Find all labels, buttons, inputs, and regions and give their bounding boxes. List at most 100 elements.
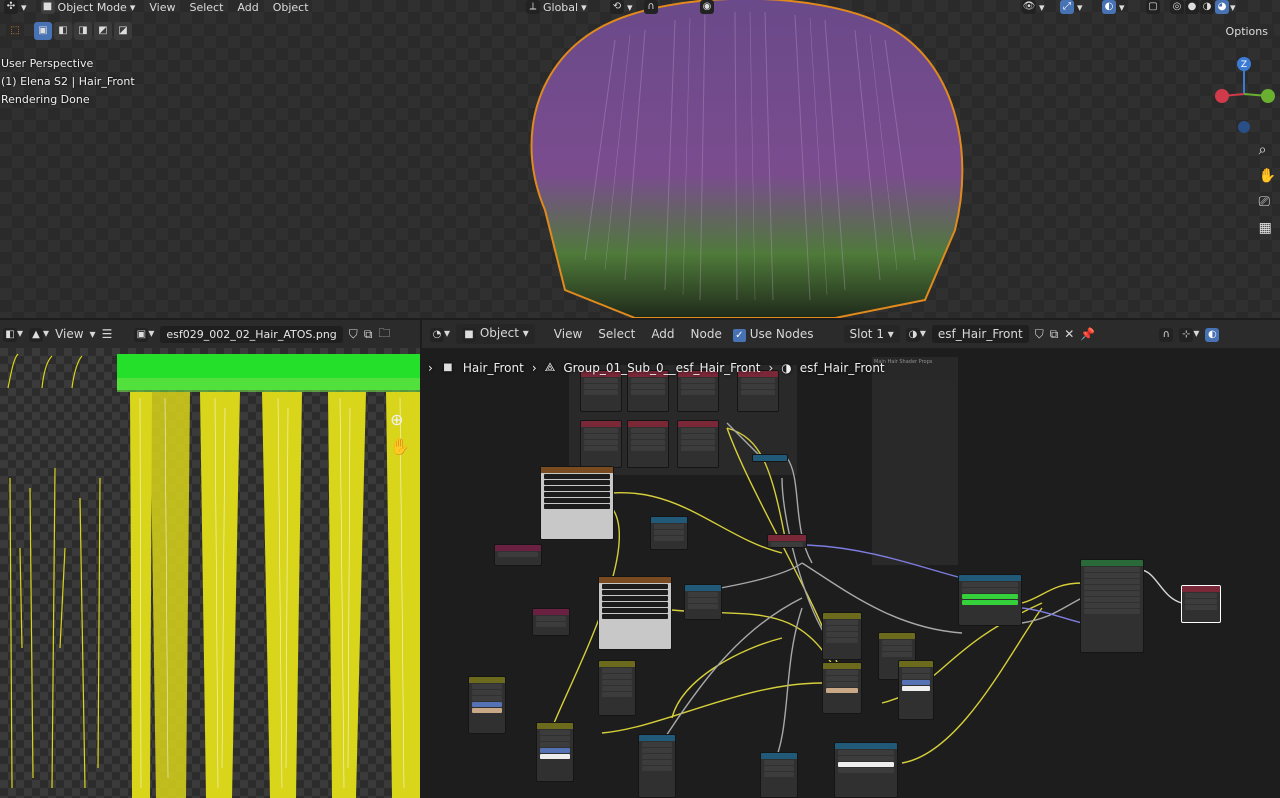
selection-mode-group: ⬚ ▣ ◧ ◨ ◩ ◪ — [6, 22, 132, 40]
node-image-texture-secondary[interactable] — [598, 576, 672, 650]
material-shading-icon[interactable]: ◑ — [1200, 0, 1214, 14]
node-multiply-2[interactable] — [822, 662, 862, 714]
menu-object[interactable]: Object — [269, 1, 313, 14]
node-image-texture-atos[interactable] — [540, 466, 614, 540]
image-canvas[interactable]: ⊕ ✋ — [0, 348, 420, 798]
select-tool-icon[interactable]: ⬚ — [6, 22, 24, 40]
breadcrumb-mesh[interactable]: Group_01_Sub_0__esf_Hair_Front — [563, 361, 760, 375]
unlink-material-icon[interactable]: ✕ — [1064, 327, 1074, 341]
proportional-edit-toggle[interactable]: ◉ — [696, 0, 718, 14]
menu-view[interactable]: View — [55, 327, 83, 341]
overlay-toggle[interactable]: ◐ — [1205, 326, 1220, 342]
menu-add[interactable]: Add — [233, 1, 262, 14]
select-extend-icon[interactable]: ◧ — [54, 22, 72, 40]
node-hair-system-color[interactable] — [677, 420, 719, 468]
rendered-shading-icon[interactable]: ◕ — [1215, 0, 1229, 14]
mode-dropdown[interactable]: ■ Object Mode ▾ — [37, 0, 140, 14]
editor-type-button[interactable]: ◧ ▾ — [3, 326, 23, 342]
hand-pan-icon[interactable]: ✋ — [1259, 168, 1276, 184]
select-subtract-icon[interactable]: ◨ — [74, 22, 92, 40]
node-gradient-grayscale[interactable] — [580, 370, 622, 412]
node-geometry[interactable] — [767, 534, 807, 548]
overlay-icon: ◐ — [1205, 328, 1220, 342]
breadcrumb-object[interactable]: Hair_Front — [463, 361, 524, 375]
zoom-in-icon[interactable]: ⊕ — [390, 410, 410, 429]
node-uv-coloring[interactable] — [677, 370, 719, 412]
node-uv-map-2[interactable] — [532, 608, 570, 636]
pin-icon[interactable]: 📌 — [1080, 327, 1095, 341]
select-intersect-icon[interactable]: ◪ — [114, 22, 132, 40]
node-principled-bsdf[interactable] — [1080, 559, 1144, 653]
options-button[interactable]: Options — [1219, 24, 1274, 39]
select-invert-icon[interactable]: ◩ — [94, 22, 112, 40]
solid-shading-icon[interactable]: ● — [1185, 0, 1199, 14]
editor-type-button[interactable]: ✣ ▾ — [0, 0, 31, 14]
snap-toggle[interactable]: ∩ — [640, 0, 662, 14]
transform-orientation-dropdown[interactable]: ⟂ Global ▾ — [522, 0, 591, 14]
node-overlay[interactable] — [822, 612, 862, 660]
view-name-text: User Perspective — [1, 57, 94, 70]
image-editor: ◧ ▾ ▲ ▾ View ▾ ☰ ▣ ▾ esf029_002_02_Hair_ATOS… — [0, 320, 420, 798]
menu-node[interactable]: Node — [686, 327, 727, 341]
node-uv-map[interactable] — [494, 544, 542, 566]
node-random-grayscale[interactable] — [627, 370, 669, 412]
object-type-dropdown[interactable]: ■ Object ▾ — [456, 324, 535, 344]
node-material-output[interactable] — [1181, 585, 1221, 623]
hand-pan-icon[interactable]: ✋ — [390, 437, 410, 456]
perspective-grid-icon[interactable]: ▦ — [1259, 220, 1276, 236]
duplicate-material-icon[interactable]: ⧉ — [1050, 327, 1059, 342]
breadcrumb-material[interactable]: esf_Hair_Front — [800, 361, 885, 375]
node-map-range[interactable] — [638, 734, 676, 798]
zoom-icon[interactable]: ⌕ — [1259, 142, 1276, 158]
node-map-range-2[interactable] — [760, 752, 798, 798]
node-sampled-uvs[interactable] — [580, 420, 622, 468]
node-uv-info[interactable] — [737, 370, 779, 412]
image-name-field[interactable]: esf029_002_02_Hair_ATOS.png — [160, 325, 343, 343]
menu-add[interactable]: Add — [646, 327, 679, 341]
orientation-label: Global — [543, 0, 579, 14]
node-color-ramp[interactable] — [958, 574, 1022, 626]
select-new-icon[interactable]: ▣ — [34, 22, 52, 40]
visibility-dropdown[interactable]: 👁 ▾ — [1018, 0, 1049, 14]
node-color-ramp-2[interactable] — [834, 742, 898, 798]
editor-type-button[interactable]: ◔ ▾ — [430, 326, 450, 342]
node-canvas[interactable]: Main Hair Shader Props — [422, 348, 1280, 798]
menu-view[interactable]: View — [145, 1, 179, 14]
slot-dropdown[interactable]: Slot 1 ▾ — [843, 325, 900, 343]
shading-options-dropdown[interactable]: ▾ — [1230, 1, 1236, 14]
wireframe-shading-icon[interactable]: ◎ — [1170, 0, 1184, 14]
hamburger-menu-icon[interactable]: ☰ — [102, 327, 113, 341]
navigation-gizmo[interactable]: Z — [1214, 54, 1278, 134]
menu-select[interactable]: Select — [185, 1, 227, 14]
gizmo-toggle[interactable]: ⤢ ▾ — [1056, 0, 1087, 14]
menu-view[interactable]: View — [549, 327, 587, 341]
3d-viewport[interactable]: ✣ ▾ ■ Object Mode ▾ View Select Add Object … — [0, 0, 1280, 318]
node-multiply[interactable] — [536, 722, 574, 782]
node-vector-constant[interactable] — [752, 454, 788, 462]
node-sampled-color[interactable] — [627, 420, 669, 468]
fake-user-icon[interactable]: ⛉ — [349, 327, 358, 342]
node-separate-color-2[interactable] — [684, 584, 722, 620]
menu-select[interactable]: Select — [593, 327, 640, 341]
material-browse-button[interactable]: ◑ ▾ — [905, 326, 926, 342]
duplicate-image-icon[interactable]: ⧉ — [364, 327, 373, 342]
image-mode-icon: ▲ — [29, 328, 44, 342]
use-nodes-checkbox[interactable]: ✓ Use Nodes — [732, 327, 814, 342]
chevron-right-icon: › — [768, 360, 774, 375]
node-separate-color[interactable] — [650, 516, 688, 550]
overlay-toggle[interactable]: ◐ ▾ — [1098, 0, 1129, 14]
pivot-dropdown[interactable]: ⟲ ▾ — [606, 0, 637, 14]
image-browse-button[interactable]: ▣ ▾ — [134, 326, 154, 342]
camera-icon[interactable]: ⎚ — [1259, 194, 1276, 210]
material-name-field[interactable]: esf_Hair_Front — [931, 325, 1029, 343]
fake-user-icon[interactable]: ⛉ — [1035, 327, 1044, 342]
open-image-icon[interactable]: 🗀 — [378, 324, 390, 345]
node-mix-2[interactable] — [598, 660, 636, 716]
node-mix[interactable] — [468, 676, 506, 734]
snap-element-dropdown[interactable]: ⊹ ▾ — [1179, 326, 1199, 342]
image-mode-dropdown[interactable]: ▲ ▾ — [29, 326, 49, 342]
snap-toggle[interactable]: ∩ — [1159, 326, 1174, 342]
xray-toggle[interactable]: ▢ — [1142, 0, 1164, 14]
node-multiply-4[interactable] — [898, 660, 934, 720]
axes-icon: ⟂ — [526, 0, 540, 14]
